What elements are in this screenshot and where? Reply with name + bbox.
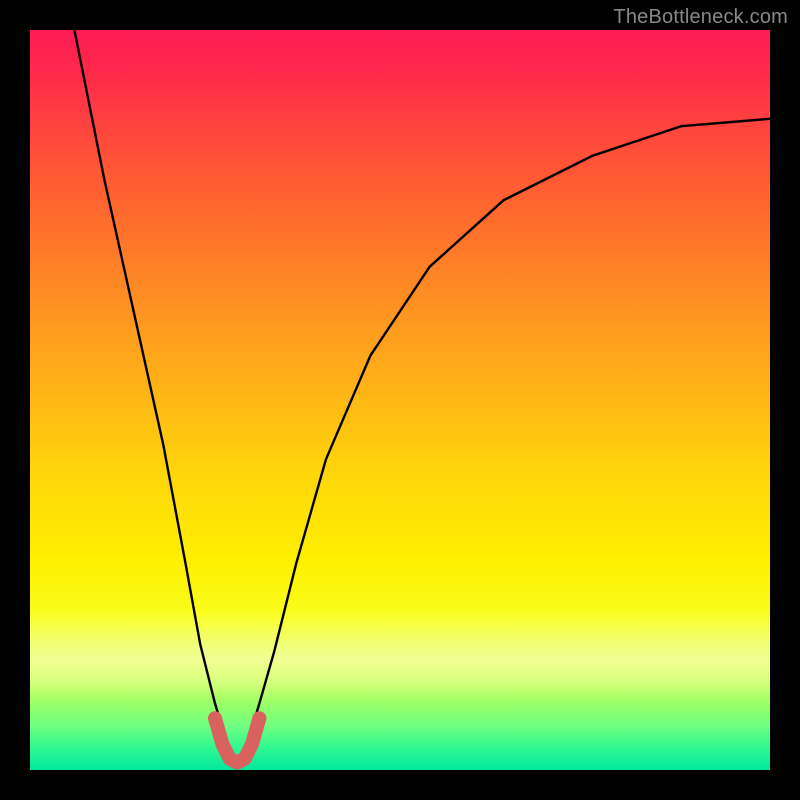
valley-highlight	[215, 718, 259, 762]
bottleneck-curve	[74, 30, 770, 763]
outer-frame: TheBottleneck.com	[0, 0, 800, 800]
watermark-text: TheBottleneck.com	[613, 6, 788, 29]
chart-svg	[30, 30, 770, 770]
plot-area	[30, 30, 770, 770]
